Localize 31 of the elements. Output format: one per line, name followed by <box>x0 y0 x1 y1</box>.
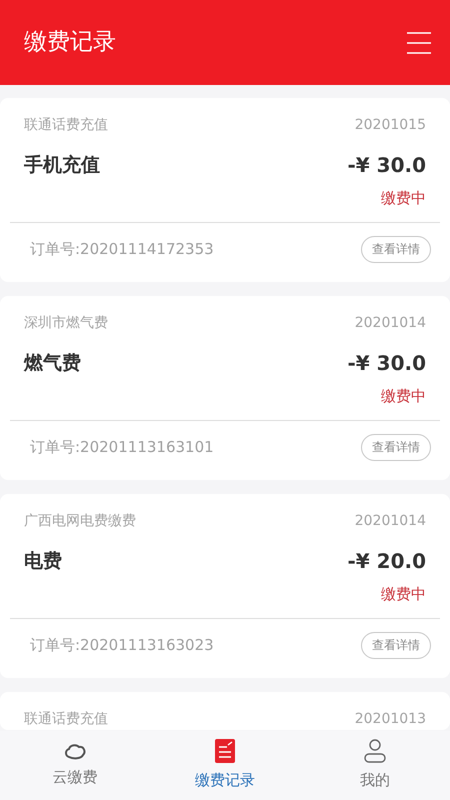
record-name: 燃气费 <box>24 350 81 376</box>
details-button[interactable]: 查看详情 <box>361 434 431 461</box>
record-status: 缴费中 <box>381 387 426 405</box>
order-number: 订单号:20201113163023 <box>30 635 214 656</box>
record-name: 手机充值 <box>24 152 100 178</box>
record-name: 电费 <box>24 548 62 574</box>
record-amount: -¥ 30.0 <box>347 350 426 377</box>
menu-icon[interactable] <box>406 32 432 54</box>
record-status: 缴费中 <box>381 585 426 603</box>
tab-button[interactable]: 云缴费 <box>0 731 150 800</box>
record-source: 联通话费充值 <box>24 710 108 729</box>
page-title: 缴费记录 <box>24 28 116 58</box>
list-icon <box>215 739 235 764</box>
record-date: 20201014 <box>354 512 426 531</box>
record-source: 广西电网电费缴费 <box>24 512 136 531</box>
record-source: 深圳市燃气费 <box>24 314 108 333</box>
record-date: 20201015 <box>354 116 426 135</box>
record-source: 联通话费充值 <box>24 116 108 135</box>
tab-button[interactable]: 缴费记录 <box>150 731 300 800</box>
record-status: 缴费中 <box>381 189 426 207</box>
details-button[interactable]: 查看详情 <box>361 236 431 263</box>
details-button[interactable]: 查看详情 <box>361 632 431 659</box>
order-number: 订单号:20201113163101 <box>30 437 214 458</box>
user-icon <box>364 739 386 764</box>
order-number: 订单号:20201114172353 <box>30 239 214 260</box>
record-amount: -¥ 30.0 <box>347 152 426 179</box>
record-date: 20201014 <box>354 314 426 333</box>
record-amount: -¥ 20.0 <box>347 548 426 575</box>
tab-button[interactable]: 我的 <box>300 731 450 800</box>
cloud-icon <box>64 742 86 760</box>
record-date: 20201013 <box>354 710 426 729</box>
